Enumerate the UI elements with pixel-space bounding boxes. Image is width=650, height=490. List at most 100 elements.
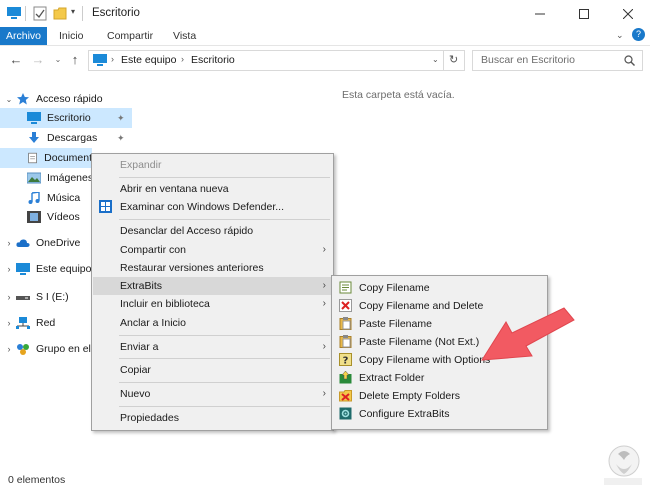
maximize-icon xyxy=(579,8,589,19)
site-logo-watermark xyxy=(604,445,642,485)
submenu-item-delete-empty-folders[interactable]: Delete Empty Folders xyxy=(333,387,546,405)
close-button[interactable] xyxy=(606,0,650,27)
new-folder-quick-icon[interactable] xyxy=(53,6,67,21)
submenu-item-copy-filename[interactable]: Copy Filename xyxy=(333,279,546,297)
downloads-icon xyxy=(29,132,39,143)
menu-item-incluir-biblioteca[interactable]: Incluir en biblioteca › xyxy=(93,295,332,313)
star-icon xyxy=(17,93,29,105)
menu-separator xyxy=(119,382,330,383)
status-item-count: 0 elementos xyxy=(8,474,66,486)
copy-filename-icon xyxy=(339,281,352,294)
pictures-icon xyxy=(27,172,41,184)
svg-text:?: ? xyxy=(343,356,349,367)
tab-archivo[interactable]: Archivo xyxy=(0,27,47,45)
forward-button[interactable]: → xyxy=(30,52,46,68)
menu-item-desanclar[interactable]: Desanclar del Acceso rápido xyxy=(93,222,332,240)
window-icon xyxy=(7,7,21,19)
maximize-button[interactable] xyxy=(562,0,606,27)
menu-separator xyxy=(119,358,330,359)
up-button[interactable]: ↑ xyxy=(67,52,83,68)
menu-item-expandir[interactable]: Expandir xyxy=(93,156,332,174)
search-icon xyxy=(624,55,635,66)
expanded-chevron-icon[interactable]: ⌄ xyxy=(2,95,16,104)
sidebar-item-descargas[interactable]: Descargas ✦ xyxy=(0,128,132,148)
tab-vista[interactable]: Vista xyxy=(173,27,196,45)
submenu-arrow-icon: › xyxy=(322,388,326,399)
collapsed-chevron-icon[interactable]: › xyxy=(2,238,16,248)
search-placeholder: Buscar en Escritorio xyxy=(481,54,575,66)
breadcrumb-escritorio[interactable]: Escritorio xyxy=(191,54,235,66)
address-bar[interactable]: › Este equipo › Escritorio ⌄ ↻ xyxy=(88,50,465,71)
delete-folder-icon xyxy=(339,390,352,402)
desktop-icon xyxy=(27,112,41,124)
submenu-arrow-icon: › xyxy=(322,298,326,309)
collapsed-chevron-icon[interactable]: › xyxy=(2,292,16,302)
windows-defender-icon xyxy=(99,200,112,213)
minimize-icon xyxy=(535,13,545,14)
annotation-arrow-icon xyxy=(481,307,575,361)
menu-separator xyxy=(119,219,330,220)
cloud-icon xyxy=(16,239,30,247)
extract-folder-icon xyxy=(339,371,352,384)
submenu-arrow-icon: › xyxy=(322,341,326,352)
minimize-button[interactable] xyxy=(518,0,562,27)
sidebar-item-grupo-hogar[interactable]: › Grupo en el xyxy=(0,339,92,359)
quick-access-dropdown-icon[interactable]: ▾ xyxy=(71,7,75,16)
breadcrumb-este-equipo[interactable]: Este equipo xyxy=(121,54,176,66)
breadcrumb-chevron-icon: › xyxy=(111,54,114,64)
music-icon xyxy=(28,192,40,204)
ribbon-tabs: Archivo Inicio Compartir Vista ⌄ ? xyxy=(0,27,650,46)
menu-item-compartir-con[interactable]: Compartir con › xyxy=(93,241,332,259)
properties-quick-icon[interactable] xyxy=(33,6,47,21)
menu-separator xyxy=(119,406,330,407)
collapsed-chevron-icon[interactable]: › xyxy=(2,318,16,328)
window-title: Escritorio xyxy=(92,7,140,19)
videos-icon xyxy=(27,211,41,223)
computer-icon xyxy=(93,54,107,66)
submenu-arrow-icon: › xyxy=(322,280,326,291)
collapsed-chevron-icon[interactable]: › xyxy=(2,264,16,274)
submenu-arrow-icon: › xyxy=(322,244,326,255)
delete-x-icon xyxy=(339,299,352,312)
pin-icon[interactable]: ✦ xyxy=(117,133,125,144)
search-box[interactable]: Buscar en Escritorio xyxy=(472,50,643,71)
documents-icon xyxy=(28,152,37,164)
menu-item-nuevo[interactable]: Nuevo › xyxy=(93,385,332,403)
menu-separator xyxy=(119,177,330,178)
menu-item-abrir-ventana-nueva[interactable]: Abrir en ventana nueva xyxy=(93,180,332,198)
menu-item-anclar-inicio[interactable]: Anclar a Inicio xyxy=(93,314,332,332)
paste-icon xyxy=(339,317,352,330)
sidebar-item-escritorio[interactable]: Escritorio ✦ xyxy=(0,108,132,128)
back-button[interactable]: ← xyxy=(8,52,24,68)
network-icon xyxy=(16,317,30,329)
computer-icon xyxy=(16,263,30,275)
configure-gear-icon xyxy=(339,407,352,420)
address-dropdown-icon[interactable]: ⌄ xyxy=(432,55,439,64)
sidebar-item-acceso-rapido[interactable]: ⌄ Acceso rápido xyxy=(0,89,132,109)
menu-item-windows-defender[interactable]: Examinar con Windows Defender... xyxy=(93,198,332,216)
ribbon-expand-icon[interactable]: ⌄ xyxy=(616,30,624,41)
submenu-item-configure-extrabits[interactable]: Configure ExtraBits xyxy=(333,405,546,423)
recent-locations-icon[interactable]: ⌄ xyxy=(50,52,66,68)
homegroup-icon xyxy=(17,344,29,355)
paste-icon xyxy=(339,335,352,348)
breadcrumb-chevron-icon: › xyxy=(181,54,184,64)
tab-compartir[interactable]: Compartir xyxy=(107,27,153,45)
pin-icon[interactable]: ✦ xyxy=(117,113,125,124)
help-icon[interactable]: ? xyxy=(632,28,645,41)
menu-item-restaurar-versiones[interactable]: Restaurar versiones anteriores xyxy=(93,259,332,277)
tab-inicio[interactable]: Inicio xyxy=(59,27,84,45)
menu-separator xyxy=(119,335,330,336)
collapsed-chevron-icon[interactable]: › xyxy=(2,344,16,354)
menu-item-propiedades[interactable]: Propiedades xyxy=(93,409,332,427)
help-question-icon: ? xyxy=(339,353,352,366)
menu-item-enviar-a[interactable]: Enviar a › xyxy=(93,338,332,356)
empty-folder-message: Esta carpeta está vacía. xyxy=(342,89,455,101)
refresh-icon[interactable]: ↻ xyxy=(449,53,458,66)
title-bar: ▾ Escritorio xyxy=(0,0,650,27)
sidebar-item-documentos[interactable]: Document xyxy=(0,148,92,168)
menu-item-extrabits[interactable]: ExtraBits › xyxy=(93,277,332,295)
context-menu: Expandir Abrir en ventana nueva Examinar… xyxy=(91,153,334,431)
menu-item-copiar[interactable]: Copiar xyxy=(93,361,332,379)
submenu-item-extract-folder[interactable]: Extract Folder xyxy=(333,369,546,387)
